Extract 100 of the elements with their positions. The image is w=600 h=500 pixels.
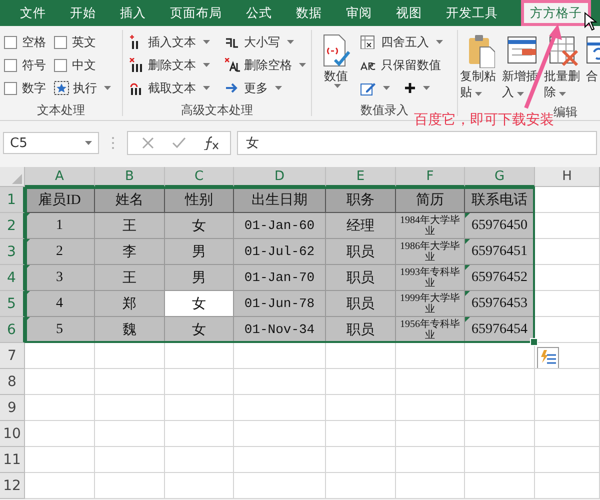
empty-cell[interactable] (326, 447, 396, 473)
table-cell[interactable]: 65976452 (465, 265, 535, 291)
empty-cell[interactable] (95, 395, 165, 421)
select-all-button[interactable] (0, 167, 25, 187)
table-cell[interactable]: 魏 (95, 317, 165, 343)
row-header[interactable]: 9 (0, 395, 25, 421)
table-cell[interactable]: 职员 (326, 317, 396, 343)
ribbon-tab[interactable]: 审阅 (334, 0, 384, 26)
column-header[interactable]: B (95, 167, 165, 187)
ribbon-button[interactable]: 批量删除 (544, 32, 584, 100)
table-cell[interactable]: 65976450 (465, 213, 535, 239)
ribbon-button[interactable]: 四舍五入 (360, 32, 443, 52)
ribbon-tab[interactable]: 文件 (8, 0, 58, 26)
table-cell[interactable]: 5 (25, 317, 95, 343)
table-cell[interactable]: 经理 (326, 213, 396, 239)
row-header[interactable]: 3 (0, 239, 25, 265)
name-box[interactable]: C5 (3, 132, 99, 154)
ribbon-button[interactable]: 删除文本 (129, 55, 225, 75)
table-cell[interactable]: 女 (165, 213, 234, 239)
row-header[interactable]: 10 (0, 421, 25, 447)
ribbon-button[interactable]: 大小写 (225, 32, 311, 52)
column-header[interactable]: D (234, 167, 326, 187)
table-cell[interactable]: 1 (25, 213, 95, 239)
row-header[interactable]: 2 (0, 213, 25, 239)
empty-cell[interactable] (465, 473, 535, 499)
checkbox[interactable] (4, 36, 17, 48)
table-cell[interactable]: 姓名 (95, 187, 165, 213)
empty-cell[interactable] (165, 473, 234, 499)
ribbon-button[interactable]: 更多 (225, 78, 311, 98)
empty-cell[interactable] (326, 395, 396, 421)
number-button[interactable]: 数值 (316, 32, 356, 98)
ribbon-tab[interactable]: 开始 (58, 0, 108, 26)
fill-handle[interactable] (530, 338, 538, 346)
formula-field[interactable]: 女 (237, 131, 597, 155)
empty-cell[interactable] (95, 343, 165, 369)
ribbon-tab[interactable]: 插入 (108, 0, 158, 26)
column-header[interactable]: E (326, 167, 396, 187)
table-cell[interactable]: 女 (165, 317, 234, 343)
empty-cell[interactable] (465, 421, 535, 447)
table-cell[interactable]: 1986年大学毕业 (396, 239, 465, 265)
ribbon-tab[interactable]: 视图 (384, 0, 434, 26)
empty-cell[interactable] (535, 473, 600, 499)
table-cell[interactable]: 1956年专科毕业 (396, 317, 465, 343)
table-cell[interactable]: 李 (95, 239, 165, 265)
empty-cell[interactable] (165, 369, 234, 395)
row-header[interactable]: 11 (0, 447, 25, 473)
column-header[interactable]: F (396, 167, 465, 187)
row-header[interactable]: 8 (0, 369, 25, 395)
table-cell[interactable]: 01-Jan-60 (234, 213, 326, 239)
table-cell[interactable]: 01-Jul-62 (234, 239, 326, 265)
empty-cell[interactable] (95, 473, 165, 499)
table-cell[interactable]: 职务 (326, 187, 396, 213)
table-cell[interactable]: 1984年大学毕业 (396, 213, 465, 239)
empty-cell[interactable] (396, 447, 465, 473)
empty-cell[interactable] (396, 343, 465, 369)
empty-cell[interactable] (535, 369, 600, 395)
empty-cell[interactable] (535, 343, 600, 369)
table-cell[interactable]: 女 (165, 291, 234, 317)
table-cell[interactable]: 4 (25, 291, 95, 317)
ribbon-tab[interactable]: 页面布局 (158, 0, 234, 26)
table-cell[interactable]: 3 (25, 265, 95, 291)
empty-cell[interactable] (396, 421, 465, 447)
empty-cell[interactable] (95, 447, 165, 473)
table-cell[interactable]: 职员 (326, 239, 396, 265)
table-cell[interactable]: 出生日期 (234, 187, 326, 213)
empty-cell[interactable] (234, 343, 326, 369)
table-cell[interactable]: 65976451 (465, 239, 535, 265)
table-cell[interactable]: 职员 (326, 265, 396, 291)
column-header[interactable]: G (465, 167, 535, 187)
ribbon-button[interactable]: 复制粘贴 (460, 32, 500, 100)
empty-cell[interactable] (326, 421, 396, 447)
table-cell[interactable]: 王 (95, 213, 165, 239)
column-header[interactable]: A (25, 167, 95, 187)
checkbox[interactable] (4, 58, 17, 72)
table-cell[interactable]: 联系电话 (465, 187, 535, 213)
table-cell[interactable]: 65976453 (465, 291, 535, 317)
ribbon-button[interactable]: 插入文本 (129, 32, 225, 52)
table-cell[interactable]: 01-Jan-70 (234, 265, 326, 291)
empty-cell[interactable] (326, 369, 396, 395)
table-cell[interactable]: 职员 (326, 291, 396, 317)
table-cell[interactable]: 性别 (165, 187, 234, 213)
ribbon-button[interactable]: 合 (586, 32, 600, 100)
empty-cell[interactable] (165, 343, 234, 369)
empty-cell[interactable] (234, 369, 326, 395)
empty-cell[interactable] (535, 395, 600, 421)
table-cell[interactable]: 王 (95, 265, 165, 291)
table-cell[interactable]: 1999年大学毕业 (396, 291, 465, 317)
empty-cell[interactable] (234, 473, 326, 499)
empty-cell[interactable] (396, 473, 465, 499)
table-cell[interactable]: 男 (165, 239, 234, 265)
ribbon-tab[interactable]: 数据 (284, 0, 334, 26)
checkbox[interactable] (54, 36, 67, 48)
empty-cell[interactable] (465, 447, 535, 473)
empty-cell[interactable] (165, 421, 234, 447)
table-cell[interactable]: 郑 (95, 291, 165, 317)
row-header[interactable]: 4 (0, 265, 25, 291)
row-header[interactable]: 1 (0, 187, 25, 213)
run-button[interactable]: 执行 (54, 78, 122, 98)
row-header[interactable]: 12 (0, 473, 25, 499)
empty-cell[interactable] (234, 421, 326, 447)
